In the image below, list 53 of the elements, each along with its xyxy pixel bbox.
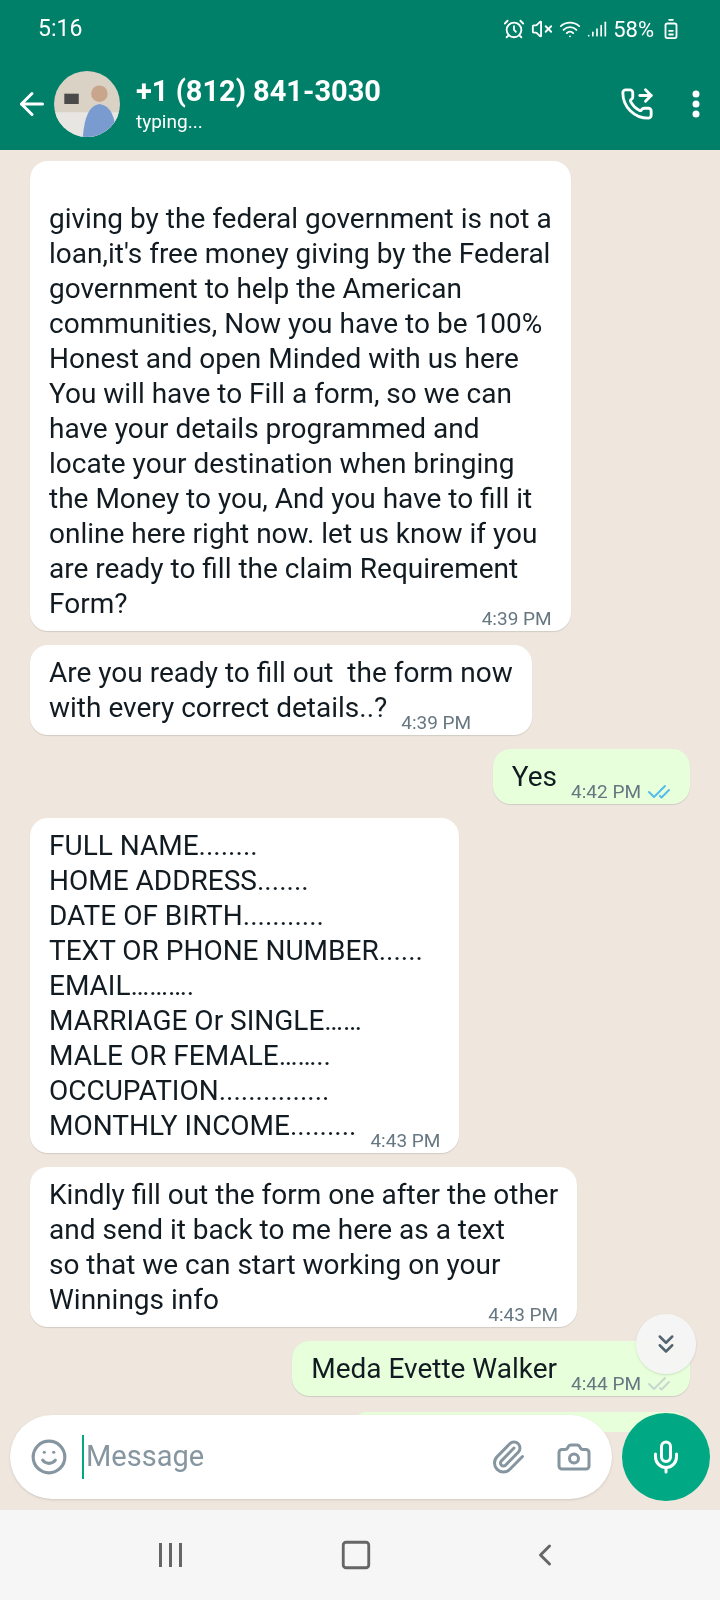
message-text: HOME ADDRESS....... — [49, 864, 309, 897]
message-text: government to help the American — [49, 272, 462, 305]
message-text: so that we can start working on your — [49, 1248, 501, 1281]
message-text: Honest and open Minded with us here — [49, 342, 519, 375]
message-field[interactable]: Message — [10, 1415, 612, 1499]
alarm-icon — [503, 18, 526, 40]
message-text: MONTHLY INCOME......... — [49, 1108, 357, 1143]
scroll-down-button[interactable] — [636, 1314, 696, 1374]
signal-icon — [587, 19, 608, 39]
message-text: FULL NAME........ — [49, 829, 258, 862]
message-text: with every correct details..? — [49, 690, 388, 725]
message-input[interactable]: Message — [82, 1435, 382, 1479]
message-text: MARRIAGE Or SINGLE…… — [49, 1004, 362, 1037]
battery-percent: 58% — [613, 15, 654, 44]
emoji-icon[interactable] — [30, 1438, 68, 1476]
attach-icon[interactable] — [490, 1439, 526, 1475]
message-time: 4:39 PM — [481, 605, 552, 632]
message-text: Are you ready to fill out the form now — [49, 656, 513, 689]
status-time: 5:16 — [38, 13, 83, 44]
message-text: OCCUPATION............... — [49, 1074, 330, 1107]
message-text: Form? — [49, 586, 128, 621]
message-text: DATE OF BIRTH........... — [49, 899, 324, 932]
menu-icon — [692, 90, 700, 118]
message-text: and send it back to me here as a text — [49, 1213, 505, 1246]
message-time: 4:43 PM — [370, 1127, 441, 1154]
recent-apps-icon[interactable] — [157, 1542, 185, 1568]
mute-icon — [531, 18, 554, 40]
contact-name[interactable]: +1 (812) 841-3030 — [136, 73, 620, 109]
menu-button[interactable] — [692, 90, 700, 118]
message-text: TEXT OR PHONE NUMBER...... — [49, 934, 423, 967]
message-text: communities, Now you have to be 100% — [49, 307, 543, 340]
add-call-button[interactable] — [620, 87, 654, 121]
message-text: loan,it's free money giving by the Federal — [49, 237, 551, 270]
message-text: locate your destination when bringing — [49, 447, 515, 480]
message-text: giving by the federal government is not a — [49, 202, 552, 235]
home-icon[interactable] — [339, 1538, 373, 1572]
message-text: You will have to Fill a form, so we can — [49, 377, 512, 410]
message-text: are ready to fill the claim Requirement — [49, 552, 519, 585]
message-time: 4:42 PM — [571, 778, 641, 805]
message-text: MALE OR FEMALE…….. — [49, 1039, 331, 1072]
message-time: 4:44 PM — [571, 1370, 641, 1397]
typing-status: typing... — [136, 109, 204, 135]
message-time: 4:43 PM — [488, 1301, 559, 1328]
message-text: Yes — [511, 759, 558, 794]
message-text: Meda Evette Walker — [311, 1351, 558, 1386]
message-text: the Money to you, And you have to fill it — [49, 482, 533, 515]
message-time: 4:39 PM — [401, 709, 472, 736]
phone-icon — [620, 87, 654, 121]
message-text: Kindly fill out the form one after the other — [49, 1178, 559, 1211]
message-text: EMAIL………. — [49, 969, 195, 1002]
message-text: online here right now. let us know if you — [49, 517, 538, 550]
message-text: Winnings info — [49, 1282, 219, 1317]
message-text: have your details programmed and — [49, 412, 480, 445]
